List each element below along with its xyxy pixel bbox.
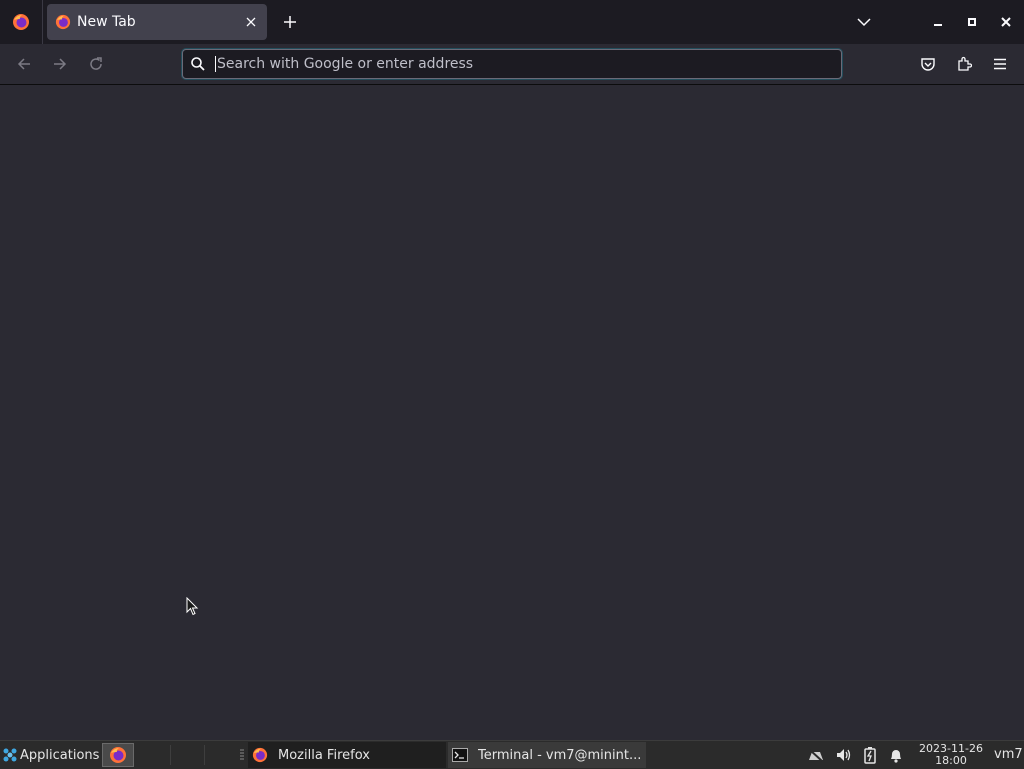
user-menu[interactable]: vm7 [994,747,1023,762]
puzzle-icon [958,56,972,71]
close-icon [246,17,256,27]
tab-strip: New Tab [0,0,1024,44]
network-status-button[interactable] [806,745,826,765]
text-caret [215,56,216,72]
firefox-icon [55,14,71,30]
taskbar-item-label: Terminal - vm7@minint... [478,747,642,763]
new-tab-button[interactable] [278,10,302,34]
extensions-button[interactable] [952,52,976,76]
firefox-icon [110,747,126,763]
list-all-tabs-button[interactable] [852,10,876,34]
pocket-icon [921,58,935,71]
drag-handle-icon[interactable] [240,749,244,761]
network-disconnected-icon [809,749,823,762]
taskbar-separator [170,745,171,765]
hamburger-icon [994,58,1006,70]
firefox-launcher[interactable] [102,743,134,767]
minimize-icon [934,24,942,26]
forward-button[interactable] [48,52,72,76]
chevron-down-icon [857,18,871,27]
reload-icon [90,57,102,70]
arrow-right-icon [54,58,67,70]
arrow-left-icon [17,58,30,70]
mouse-cursor-icon [186,597,199,616]
xfce-logo-icon [3,748,17,762]
save-to-pocket-button[interactable] [916,52,940,76]
speaker-icon [837,749,851,761]
battery-charging-icon [864,747,876,764]
terminal-icon [452,747,468,763]
firefox-icon [252,747,268,763]
address-input[interactable] [217,56,841,72]
navigation-toolbar [0,44,1024,85]
taskbar-item-terminal[interactable]: Terminal - vm7@minint... [448,742,646,768]
reload-button[interactable] [84,52,108,76]
firefox-view-button[interactable] [0,0,43,44]
applications-menu-button[interactable]: Applications [2,743,99,767]
taskbar-item-label: Mozilla Firefox [278,747,370,763]
maximize-button[interactable] [960,10,984,34]
notifications-button[interactable] [886,745,906,765]
close-tab-button[interactable] [241,12,261,32]
bell-icon [891,750,901,763]
desktop-taskbar: Applications Mozilla Firefox Terminal - … [0,740,1024,769]
taskbar-separator [204,745,205,765]
address-bar[interactable] [182,49,842,79]
clock[interactable]: 2023-11-26 18:00 [914,743,988,767]
tab-title: New Tab [77,14,136,30]
minimize-button[interactable] [926,10,950,34]
close-icon [1001,17,1011,27]
tab-new-tab[interactable]: New Tab [47,4,267,40]
clock-time: 18:00 [935,754,967,767]
back-button[interactable] [12,52,36,76]
search-icon [190,56,206,72]
battery-button[interactable] [860,745,880,765]
applications-label: Applications [20,747,100,763]
maximize-icon [968,18,976,26]
volume-button[interactable] [834,745,854,765]
close-window-button[interactable] [994,10,1018,34]
firefox-icon [13,14,29,30]
plus-icon [284,16,296,28]
application-menu-button[interactable] [988,52,1012,76]
taskbar-item-firefox[interactable]: Mozilla Firefox [248,742,446,768]
page-content[interactable] [0,85,1024,740]
